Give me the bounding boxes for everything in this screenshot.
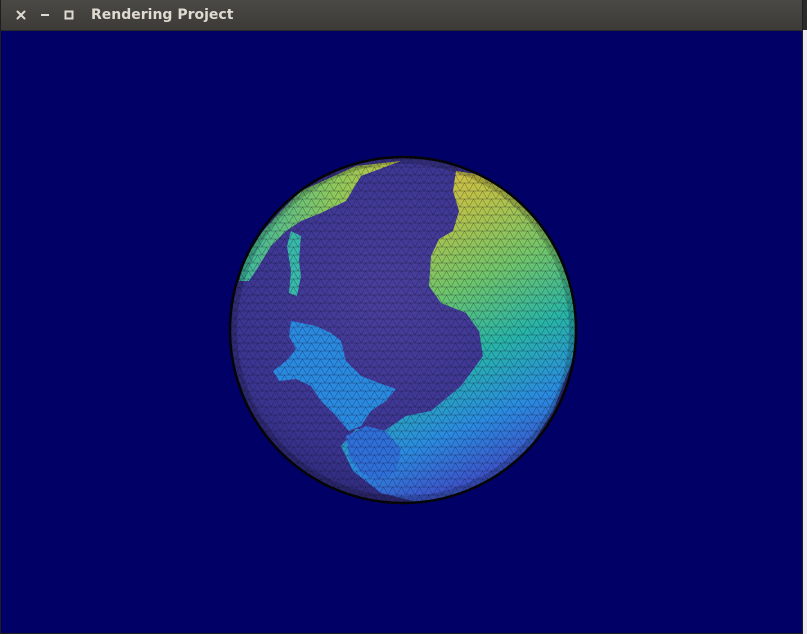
maximize-button[interactable] <box>62 8 76 22</box>
title-bar[interactable]: Rendering Project <box>1 0 802 31</box>
minimize-button[interactable] <box>38 8 52 22</box>
minimize-icon <box>40 10 50 20</box>
maximize-icon <box>64 10 74 20</box>
close-button[interactable] <box>14 8 28 22</box>
globe-surface <box>230 157 576 503</box>
render-window: Rendering Project <box>1 0 802 633</box>
globe-render <box>228 155 578 505</box>
window-title: Rendering Project <box>91 7 234 23</box>
close-icon <box>16 10 26 20</box>
render-viewport[interactable] <box>1 31 802 633</box>
